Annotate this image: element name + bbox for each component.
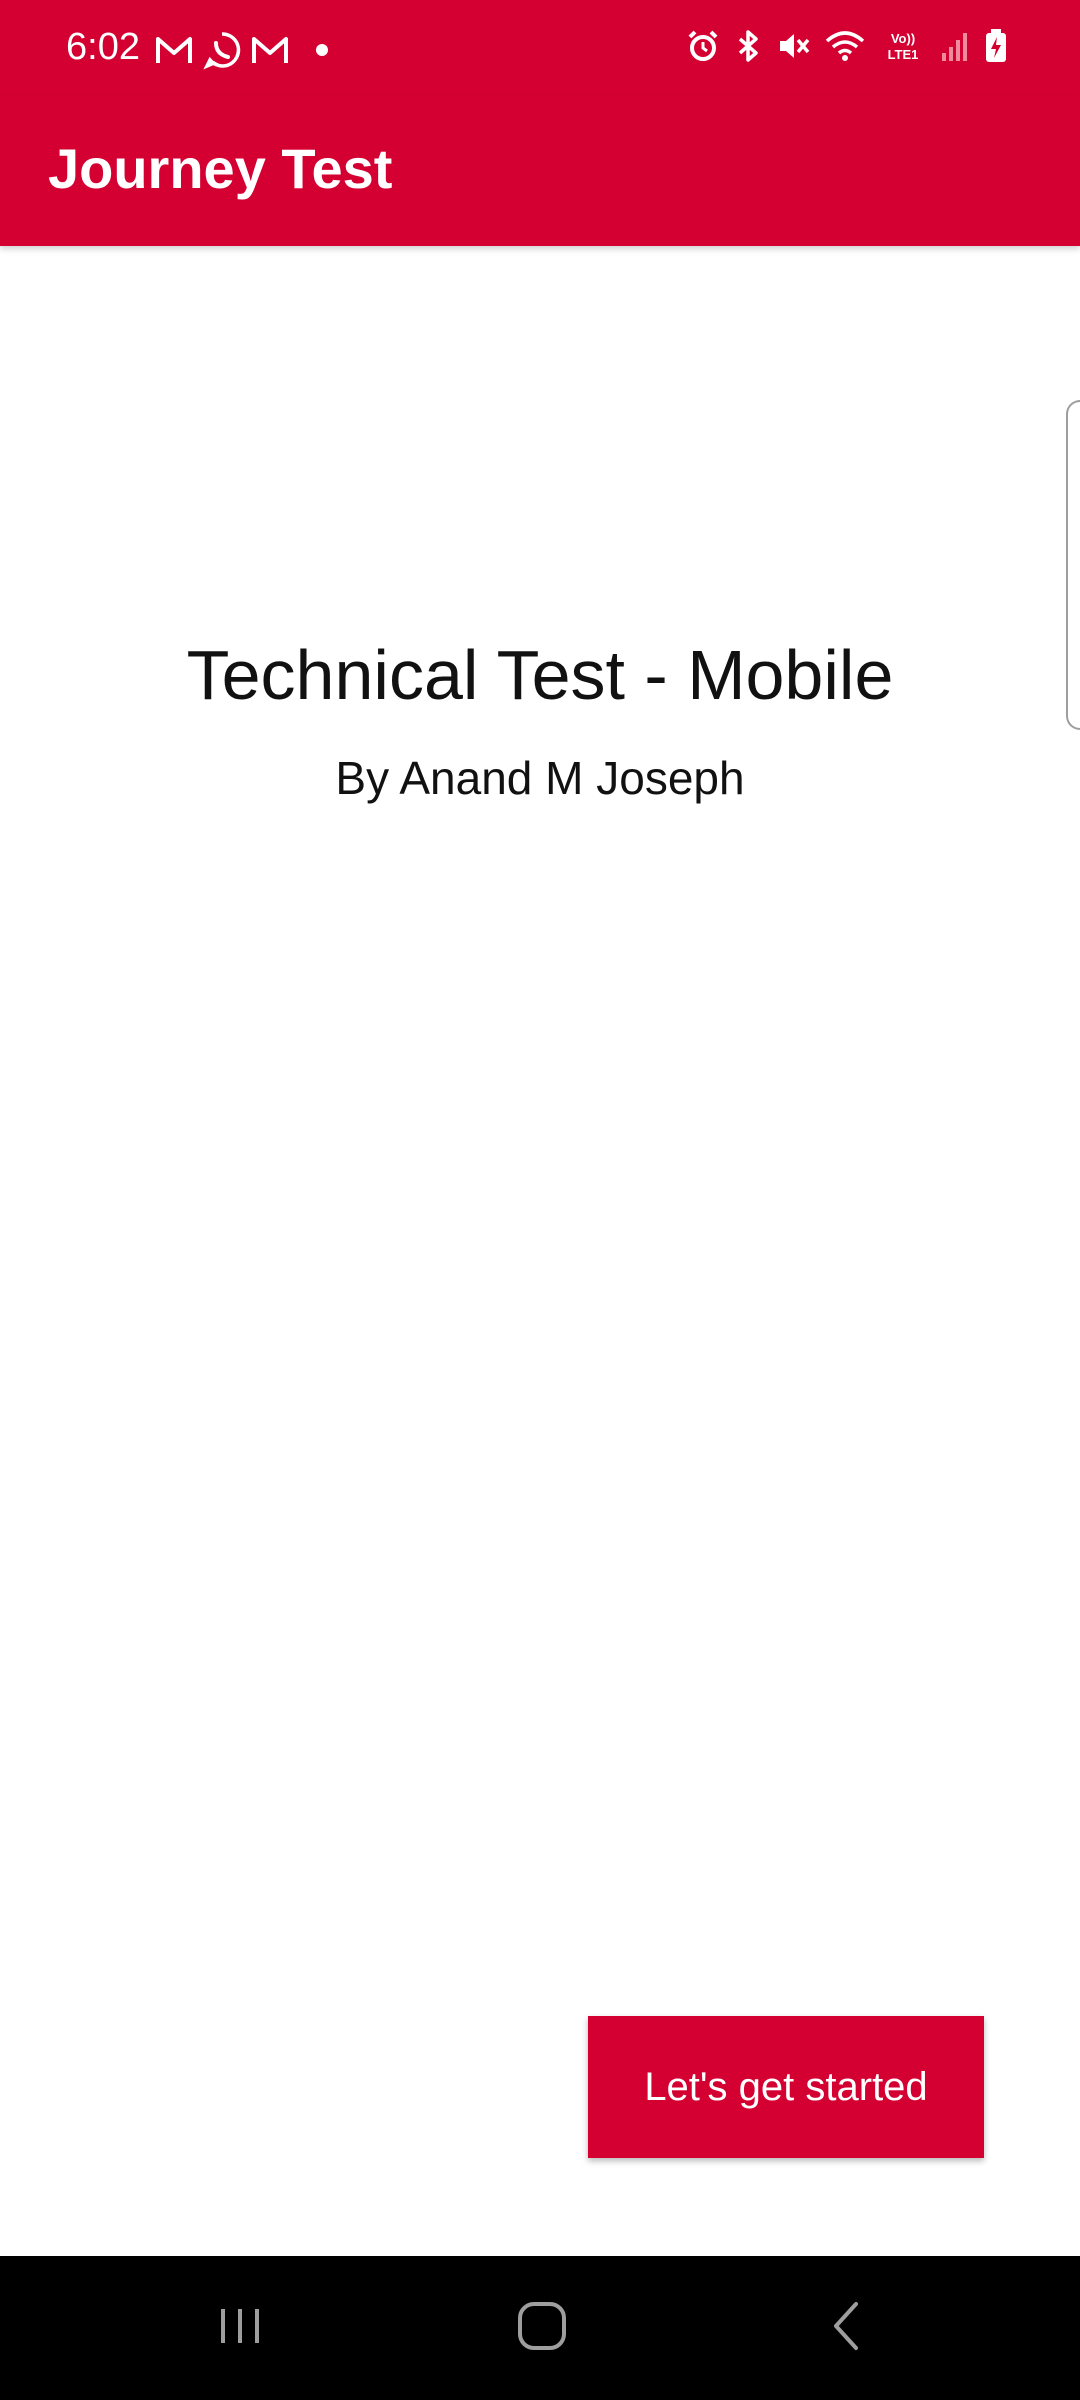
battery-charging-icon (984, 28, 1008, 64)
navigation-bar (0, 2256, 1080, 2400)
get-started-button[interactable]: Let's get started (588, 2016, 984, 2158)
home-icon (516, 2300, 568, 2357)
whatsapp-icon (202, 30, 242, 70)
back-button[interactable] (766, 2256, 926, 2400)
mute-icon (776, 29, 810, 63)
status-left-icons (154, 30, 338, 70)
page-title: Technical Test - Mobile (186, 636, 894, 714)
status-right-icons: Vo)) LTE1 (686, 28, 1008, 64)
app-bar: Journey Test (0, 96, 1080, 246)
home-button[interactable] (462, 2256, 622, 2400)
app-title: Journey Test (48, 137, 393, 200)
notification-dot-icon (298, 40, 338, 60)
gmail-icon (154, 33, 194, 67)
status-bar: 6:02 Vo)) LTE1 (0, 0, 1080, 96)
svg-text:Vo)): Vo)) (891, 31, 915, 46)
signal-icon (940, 29, 970, 63)
volte-icon: Vo)) LTE1 (880, 29, 926, 63)
recents-icon (215, 2301, 265, 2356)
page-subtitle: By Anand M Joseph (335, 752, 745, 804)
alarm-icon (686, 29, 720, 63)
recents-button[interactable] (160, 2256, 320, 2400)
bluetooth-icon (734, 29, 762, 63)
status-time: 6:02 (66, 26, 140, 68)
gmail-icon (250, 33, 290, 67)
svg-text:LTE1: LTE1 (888, 47, 919, 62)
wifi-icon (824, 29, 866, 63)
back-icon (826, 2300, 866, 2357)
